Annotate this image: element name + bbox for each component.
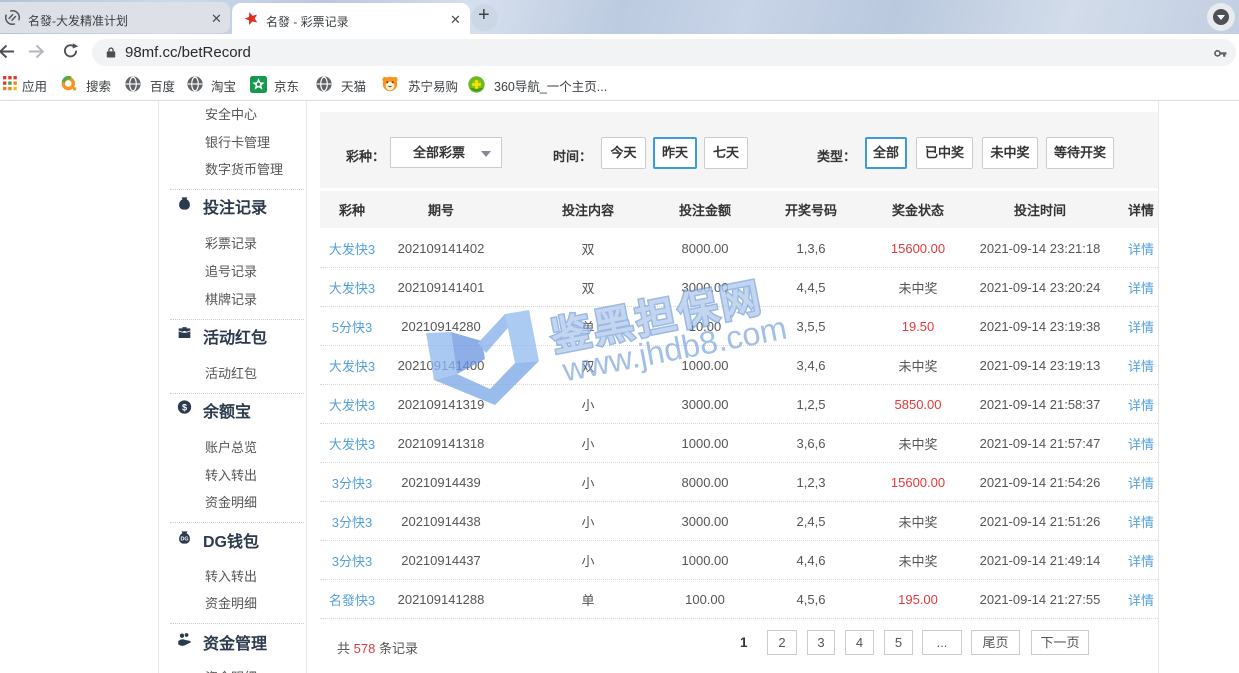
svg-text:DG: DG bbox=[180, 536, 188, 542]
svg-text:$: $ bbox=[182, 402, 187, 412]
